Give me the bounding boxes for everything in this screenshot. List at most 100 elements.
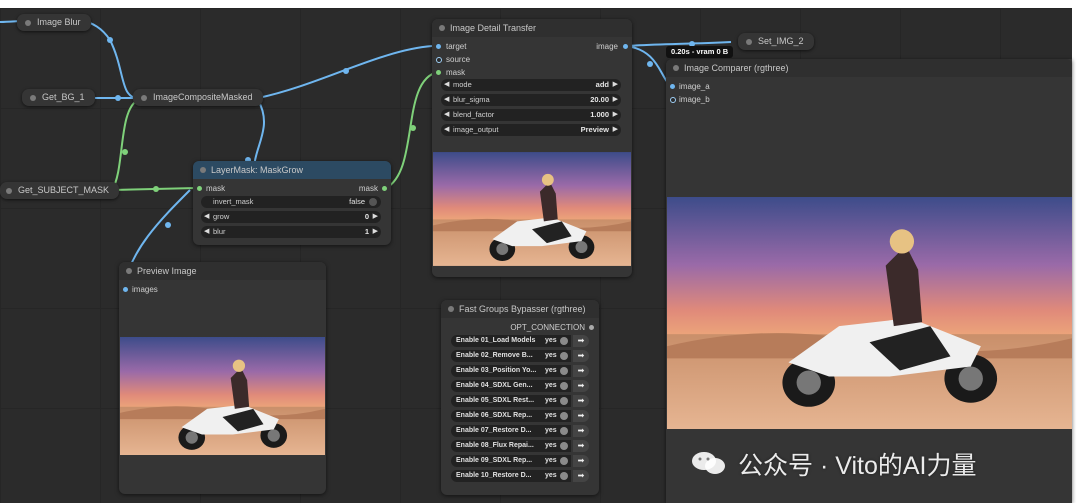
- bypass-toggle[interactable]: yes: [545, 440, 571, 452]
- node-title: Get_BG_1: [42, 92, 85, 102]
- bypass-toggle[interactable]: yes: [545, 455, 571, 467]
- bypass-toggle[interactable]: yes: [545, 425, 571, 437]
- input-slot-mask[interactable]: mask: [436, 67, 465, 79]
- node-image-blur[interactable]: Image Blur: [17, 14, 91, 31]
- watermark-text: 公众号 · Vito的AI力量: [738, 452, 977, 480]
- node-image-detail-transfer[interactable]: Image Detail Transfer target source mask…: [432, 19, 632, 277]
- navigate-arrow-icon[interactable]: ➡: [573, 335, 589, 347]
- collapse-dot-icon[interactable]: [141, 94, 147, 101]
- navigate-arrow-icon[interactable]: ➡: [573, 380, 589, 392]
- widget-invert-mask[interactable]: invert_mask false: [201, 196, 381, 208]
- node-title: Fast Groups Bypasser (rgthree): [459, 304, 586, 314]
- toggle-icon[interactable]: [560, 382, 568, 390]
- toggle-icon[interactable]: [560, 352, 568, 360]
- bypass-row[interactable]: Enable 02_Remove B... yes ➡: [451, 350, 589, 362]
- collapse-dot-icon[interactable]: [746, 38, 752, 45]
- bypass-toggle[interactable]: yes: [545, 380, 571, 392]
- bypass-row-label: Enable 04_SDXL Gen...: [451, 380, 550, 392]
- widget-blur-sigma[interactable]: ◀ blur_sigma 20.00 ▶: [441, 94, 621, 106]
- widget-blur[interactable]: ◀ blur 1 ▶: [201, 226, 381, 238]
- collapse-dot-icon[interactable]: [6, 187, 12, 194]
- node-get-subject-mask[interactable]: Get_SUBJECT_MASK: [0, 182, 120, 199]
- output-slot-image[interactable]: image: [596, 41, 628, 53]
- input-slot-image-b[interactable]: image_b: [670, 94, 710, 106]
- toggle-icon[interactable]: [560, 472, 568, 480]
- node-layermask-maskgrow[interactable]: LayerMask: MaskGrow mask mask invert_mas…: [193, 161, 391, 245]
- toggle-icon[interactable]: [560, 442, 568, 450]
- wechat-icon: [692, 452, 725, 474]
- navigate-arrow-icon[interactable]: ➡: [573, 425, 589, 437]
- node-header[interactable]: Image Comparer (rgthree): [666, 59, 1072, 77]
- output-slot-mask[interactable]: mask: [359, 183, 387, 195]
- collapse-dot-icon[interactable]: [439, 25, 445, 31]
- bypass-row[interactable]: Enable 04_SDXL Gen... yes ➡: [451, 380, 589, 392]
- node-title: Set_IMG_2: [758, 36, 804, 46]
- collapse-dot-icon[interactable]: [200, 167, 206, 173]
- toggle-icon[interactable]: [560, 457, 568, 465]
- navigate-arrow-icon[interactable]: ➡: [573, 470, 589, 482]
- bypass-toggle[interactable]: yes: [545, 365, 571, 377]
- widget-mode[interactable]: ◀ mode add ▶: [441, 79, 621, 91]
- collapse-dot-icon[interactable]: [126, 268, 132, 274]
- bypass-row-label: Enable 10_Restore D...: [451, 470, 550, 482]
- comparer-photo-motorcycle[interactable]: [667, 197, 1072, 429]
- bypass-row[interactable]: Enable 07_Restore D... yes ➡: [451, 425, 589, 437]
- toggle-icon[interactable]: [560, 337, 568, 345]
- node-header[interactable]: Fast Groups Bypasser (rgthree): [441, 300, 599, 318]
- node-image-comparer[interactable]: Image Comparer (rgthree) image_a image_b: [666, 59, 1072, 503]
- input-slot-mask[interactable]: mask: [197, 183, 225, 195]
- collapse-dot-icon[interactable]: [448, 306, 454, 312]
- bypass-toggle[interactable]: yes: [545, 410, 571, 422]
- node-fast-groups-bypasser[interactable]: Fast Groups Bypasser (rgthree) OPT_CONNE…: [441, 300, 599, 495]
- collapse-dot-icon[interactable]: [673, 65, 679, 71]
- bypass-row[interactable]: Enable 09_SDXL Rep... yes ➡: [451, 455, 589, 467]
- input-slot-source[interactable]: source: [436, 54, 470, 66]
- node-preview-image[interactable]: Preview Image images: [119, 262, 326, 494]
- comfyui-canvas[interactable]: Image Blur Get_BG_1 ImageCompositeMasked…: [0, 0, 1080, 503]
- bypass-row[interactable]: Enable 03_Position Yo... yes ➡: [451, 365, 589, 377]
- widget-grow[interactable]: ◀ grow 0 ▶: [201, 211, 381, 223]
- bypass-toggle[interactable]: yes: [545, 350, 571, 362]
- toggle-icon[interactable]: [560, 367, 568, 375]
- widget-image-output[interactable]: ◀ image_output Preview ▶: [441, 124, 621, 136]
- bypass-row-label: Enable 01_Load Models: [451, 335, 550, 347]
- node-header[interactable]: Preview Image: [119, 262, 326, 280]
- bypass-toggle[interactable]: yes: [545, 470, 571, 482]
- collapse-dot-icon[interactable]: [25, 19, 31, 26]
- output-slot-opt-connection[interactable]: OPT_CONNECTION: [510, 322, 594, 334]
- node-title: Image Detail Transfer: [450, 23, 537, 33]
- navigate-arrow-icon[interactable]: ➡: [573, 440, 589, 452]
- widget-blend-factor[interactable]: ◀ blend_factor 1.000 ▶: [441, 109, 621, 121]
- toggle-icon[interactable]: [560, 397, 568, 405]
- bypass-toggle[interactable]: yes: [545, 335, 571, 347]
- node-header[interactable]: LayerMask: MaskGrow: [193, 161, 391, 179]
- input-slot-image-a[interactable]: image_a: [670, 81, 710, 93]
- bypass-row-label: Enable 06_SDXL Rep...: [451, 410, 550, 422]
- node-title: Get_SUBJECT_MASK: [18, 185, 110, 195]
- bypass-row-label: Enable 09_SDXL Rep...: [451, 455, 550, 467]
- bypass-row[interactable]: Enable 06_SDXL Rep... yes ➡: [451, 410, 589, 422]
- bypass-row[interactable]: Enable 05_SDXL Rest... yes ➡: [451, 395, 589, 407]
- navigate-arrow-icon[interactable]: ➡: [573, 395, 589, 407]
- input-slot-target[interactable]: target: [436, 41, 466, 53]
- navigate-arrow-icon[interactable]: ➡: [573, 455, 589, 467]
- node-title: Image Comparer (rgthree): [684, 63, 789, 73]
- toggle-icon[interactable]: [560, 427, 568, 435]
- navigate-arrow-icon[interactable]: ➡: [573, 365, 589, 377]
- collapse-dot-icon[interactable]: [30, 94, 36, 101]
- input-slot-images[interactable]: images: [123, 284, 158, 296]
- toggle-icon[interactable]: [369, 198, 377, 206]
- node-title: Image Blur: [37, 17, 81, 27]
- node-image-composite-masked[interactable]: ImageCompositeMasked: [133, 89, 263, 106]
- toggle-icon[interactable]: [560, 412, 568, 420]
- bypass-row[interactable]: Enable 10_Restore D... yes ➡: [451, 470, 589, 482]
- navigate-arrow-icon[interactable]: ➡: [573, 410, 589, 422]
- node-header[interactable]: Image Detail Transfer: [432, 19, 632, 37]
- navigate-arrow-icon[interactable]: ➡: [573, 350, 589, 362]
- bypass-row[interactable]: Enable 01_Load Models yes ➡: [451, 335, 589, 347]
- bypass-row[interactable]: Enable 08_Flux Repai... yes ➡: [451, 440, 589, 452]
- node-get-bg-1[interactable]: Get_BG_1: [22, 89, 95, 106]
- bypass-row-label: Enable 03_Position Yo...: [451, 365, 550, 377]
- bypass-toggle[interactable]: yes: [545, 395, 571, 407]
- node-set-img-2[interactable]: Set_IMG_2: [738, 33, 814, 50]
